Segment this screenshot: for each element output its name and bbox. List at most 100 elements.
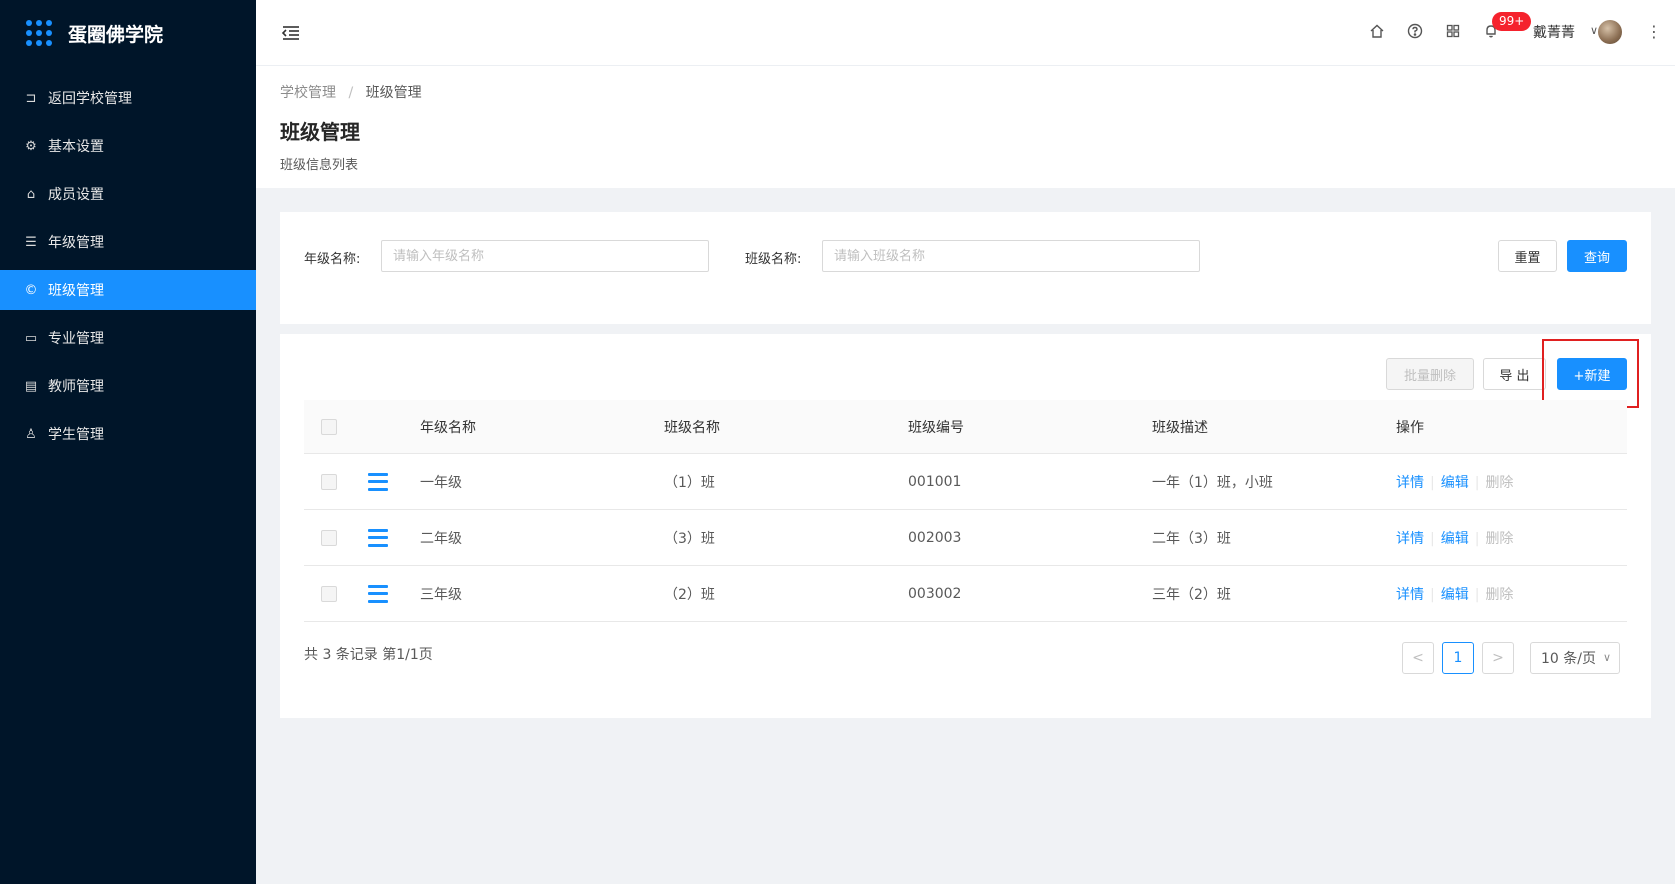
grade-name-label: 年级名称:	[304, 252, 361, 267]
next-page-button[interactable]: >	[1482, 642, 1514, 674]
cell-description: 二年（3）班	[1152, 530, 1231, 547]
select-all-checkbox[interactable]	[321, 418, 337, 435]
sidebar-item-label: 教师管理	[48, 379, 104, 395]
sidebar-item-label: 年级管理	[48, 235, 104, 251]
edit-link[interactable]: 编辑	[1441, 587, 1469, 603]
sidebar-item-label: 返回学校管理	[48, 91, 132, 107]
sidebar-item-label: 专业管理	[48, 331, 104, 347]
drag-handle-icon[interactable]	[368, 472, 388, 492]
idcard-icon: ▤	[24, 378, 38, 394]
delete-link[interactable]: 删除	[1485, 475, 1513, 491]
table-row: 三年级 （2）班 003002 三年（2）班 详情 | 编辑 | 删除	[304, 566, 1627, 622]
action-divider: |	[1474, 474, 1480, 491]
class-name-label: 班级名称:	[745, 252, 802, 267]
detail-link[interactable]: 详情	[1396, 475, 1424, 491]
column-header-description: 班级描述	[1152, 419, 1208, 436]
grade-name-input[interactable]	[381, 240, 709, 272]
sidebar-item-grade-management[interactable]: ☰ 年级管理	[0, 222, 256, 262]
search-form: 年级名称: 班级名称: 重置 查询	[280, 212, 1651, 324]
drag-handle-icon[interactable]	[368, 584, 388, 604]
sidebar-menu: ⊐ 返回学校管理 ⚙ 基本设置 ⌂ 成员设置 ☰ 年级管理 © 班级管理 ▭ 专…	[0, 78, 256, 454]
more-icon[interactable]: ⋮	[1646, 22, 1662, 41]
logo-icon	[26, 20, 52, 46]
sidebar-item-label: 基本设置	[48, 139, 104, 155]
cell-description: 一年（1）班，小班	[1152, 474, 1273, 491]
page-1-button[interactable]: 1	[1442, 642, 1474, 674]
breadcrumb-parent[interactable]: 学校管理	[280, 85, 336, 101]
sidebar-item-major-management[interactable]: ▭ 专业管理	[0, 318, 256, 358]
sidebar: 蛋圈佛学院 ⊐ 返回学校管理 ⚙ 基本设置 ⌂ 成员设置 ☰ 年级管理 © 班级…	[0, 0, 256, 884]
action-divider: |	[1430, 586, 1435, 603]
page-subtitle: 班级信息列表	[280, 158, 359, 173]
sidebar-item-basic-settings[interactable]: ⚙ 基本设置	[0, 126, 256, 166]
avatar[interactable]	[1598, 20, 1622, 44]
table-row: 二年级 （3）班 002003 二年（3）班 详情 | 编辑 | 删除	[304, 510, 1627, 566]
cell-grade: 三年级	[420, 586, 462, 603]
cell-description: 三年（2）班	[1152, 586, 1231, 603]
list-icon: ☰	[25, 234, 37, 250]
sidebar-item-teacher-management[interactable]: ▤ 教师管理	[0, 366, 256, 406]
laptop-icon: ▭	[24, 330, 38, 346]
app-logo[interactable]: 蛋圈佛学院	[0, 0, 256, 66]
action-divider: |	[1430, 474, 1435, 491]
breadcrumb-separator: /	[348, 85, 354, 101]
row-checkbox[interactable]	[321, 473, 337, 490]
batch-delete-button[interactable]: 批量删除	[1386, 358, 1474, 390]
chevron-down-icon[interactable]: ∨	[1590, 24, 1598, 37]
page-header: 学校管理 / 班级管理 班级管理 班级信息列表	[256, 66, 1675, 188]
sidebar-item-class-management[interactable]: © 班级管理	[0, 270, 256, 310]
cell-code: 001001	[908, 473, 962, 490]
user-icon: ♙	[25, 426, 37, 442]
menu-fold-icon[interactable]	[280, 22, 302, 44]
column-header-actions: 操作	[1396, 419, 1424, 436]
top-header: 99+ 戴菁菁 ∨ ⋮	[256, 0, 1675, 66]
sidebar-item-label: 学生管理	[48, 427, 104, 443]
action-divider: |	[1474, 530, 1480, 547]
cell-code: 003002	[908, 585, 962, 602]
delete-link[interactable]: 删除	[1485, 587, 1513, 603]
row-checkbox[interactable]	[321, 529, 337, 546]
table-row: 一年级 （1）班 001001 一年（1）班，小班 详情 | 编辑 | 删除	[304, 454, 1627, 510]
sidebar-item-student-management[interactable]: ♙ 学生管理	[0, 414, 256, 454]
chevron-down-icon: ∨	[1602, 651, 1611, 664]
page-size-select[interactable]: 10 条/页 ∨	[1530, 642, 1620, 674]
apps-icon[interactable]	[1444, 22, 1462, 40]
action-divider: |	[1430, 530, 1435, 547]
row-checkbox[interactable]	[321, 585, 337, 602]
cell-class: （3）班	[664, 530, 715, 547]
page-title: 班级管理	[280, 120, 360, 144]
home-icon[interactable]	[1368, 22, 1386, 40]
delete-link[interactable]: 删除	[1485, 531, 1513, 547]
row-actions: 详情 | 编辑 | 删除	[1396, 528, 1513, 548]
cell-grade: 二年级	[420, 530, 462, 547]
table-header: 年级名称 班级名称 班级编号 班级描述 操作	[304, 400, 1627, 454]
cell-class: （1）班	[664, 474, 715, 491]
row-actions: 详情 | 编辑 | 删除	[1396, 584, 1513, 604]
column-header-code: 班级编号	[908, 419, 964, 436]
drag-handle-icon[interactable]	[368, 528, 388, 548]
cell-code: 002003	[908, 529, 962, 546]
action-divider: |	[1474, 586, 1480, 603]
question-icon[interactable]	[1406, 22, 1424, 40]
sidebar-item-member-settings[interactable]: ⌂ 成员设置	[0, 174, 256, 214]
sidebar-item-label: 成员设置	[48, 187, 104, 203]
export-button[interactable]: 导 出	[1483, 358, 1546, 390]
page-size-value: 10 条/页	[1541, 651, 1596, 667]
sidebar-item-back-school[interactable]: ⊐ 返回学校管理	[0, 78, 256, 118]
column-header-class: 班级名称	[664, 419, 720, 436]
prev-page-button[interactable]: <	[1402, 642, 1434, 674]
cell-grade: 一年级	[420, 474, 462, 491]
breadcrumb: 学校管理 / 班级管理	[280, 82, 422, 102]
copyright-icon: ©	[24, 282, 38, 298]
user-name[interactable]: 戴菁菁	[1533, 22, 1575, 42]
cell-class: （2）班	[664, 586, 715, 603]
notification-badge: 99+	[1492, 12, 1532, 31]
edit-link[interactable]: 编辑	[1441, 475, 1469, 491]
detail-link[interactable]: 详情	[1396, 587, 1424, 603]
sidebar-item-label: 班级管理	[48, 283, 104, 299]
query-button[interactable]: 查询	[1567, 240, 1627, 272]
class-name-input[interactable]	[822, 240, 1200, 272]
edit-link[interactable]: 编辑	[1441, 531, 1469, 547]
detail-link[interactable]: 详情	[1396, 531, 1424, 547]
reset-button[interactable]: 重置	[1498, 240, 1557, 272]
